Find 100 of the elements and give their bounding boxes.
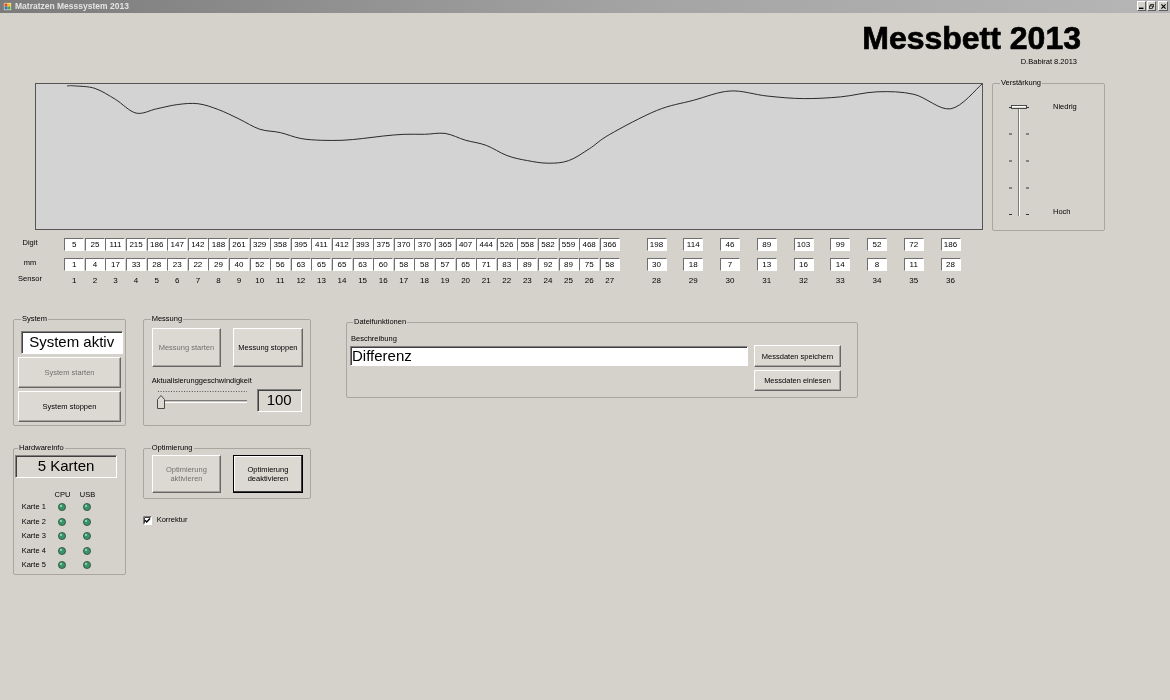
sensor-number: 22 xyxy=(502,275,512,286)
mm-field[interactable]: 11 xyxy=(903,258,924,271)
mm-field[interactable]: 65 xyxy=(311,258,332,271)
close-button[interactable] xyxy=(1158,1,1168,11)
digit-field[interactable]: 198 xyxy=(646,238,667,251)
sensor-number: 9 xyxy=(236,275,242,286)
mm-field[interactable]: 22 xyxy=(187,258,208,271)
mm-field[interactable]: 16 xyxy=(793,258,814,271)
mm-field[interactable]: 13 xyxy=(756,258,777,271)
minimize-button[interactable] xyxy=(1137,1,1146,11)
digit-field[interactable]: 188 xyxy=(208,238,229,251)
digit-field[interactable]: 25 xyxy=(84,238,105,251)
mm-field[interactable]: 33 xyxy=(126,258,147,271)
mm-field[interactable]: 92 xyxy=(537,258,558,271)
mm-field[interactable]: 58 xyxy=(414,258,435,271)
mm-field[interactable]: 63 xyxy=(290,258,311,271)
mm-field[interactable]: 28 xyxy=(940,258,961,271)
sensor-number: 4 xyxy=(133,275,139,286)
mm-field[interactable]: 52 xyxy=(249,258,270,271)
speed-value-field[interactable]: 100 xyxy=(256,389,302,412)
digit-field[interactable]: 99 xyxy=(830,238,851,251)
app-icon xyxy=(3,2,12,11)
digit-field[interactable]: 52 xyxy=(867,238,887,251)
digit-field[interactable]: 147 xyxy=(167,238,188,251)
mm-field[interactable]: 63 xyxy=(352,258,373,271)
mm-field[interactable]: 30 xyxy=(646,258,667,271)
sensor-number: 16 xyxy=(378,275,388,286)
status-field[interactable]: System aktiv xyxy=(20,331,123,354)
digit-field[interactable]: 526 xyxy=(496,238,517,251)
restore-button[interactable] xyxy=(1147,1,1156,11)
mm-field[interactable]: 58 xyxy=(599,258,620,271)
digit-field[interactable]: 366 xyxy=(599,238,620,251)
digit-field[interactable]: 411 xyxy=(311,238,332,251)
mm-field[interactable]: 7 xyxy=(720,258,740,271)
digit-field[interactable]: 393 xyxy=(352,238,373,251)
digit-field[interactable]: 186 xyxy=(146,238,167,251)
sensor-number: 1 xyxy=(72,275,77,286)
mm-field[interactable]: 29 xyxy=(208,258,229,271)
digit-field[interactable]: 358 xyxy=(270,238,291,251)
mm-field[interactable]: 56 xyxy=(270,258,291,271)
slider-thumb[interactable] xyxy=(1011,104,1027,109)
sensor-number: 14 xyxy=(337,275,347,286)
digit-field[interactable]: 261 xyxy=(229,238,250,251)
digit-field[interactable]: 329 xyxy=(249,238,270,251)
digit-field[interactable]: 5 xyxy=(64,238,85,251)
digit-field[interactable]: 365 xyxy=(435,238,455,251)
sensor-number: 7 xyxy=(195,275,201,286)
card-count-field[interactable]: 5 Karten xyxy=(15,455,117,478)
digit-field[interactable]: 215 xyxy=(126,238,147,251)
digit-field[interactable]: 72 xyxy=(903,238,924,251)
mm-field[interactable]: 40 xyxy=(229,258,250,271)
slider-thumb[interactable] xyxy=(157,395,165,409)
digit-field[interactable]: 412 xyxy=(332,238,352,251)
mm-field[interactable]: 83 xyxy=(496,258,517,271)
digit-field[interactable]: 558 xyxy=(517,238,538,251)
digit-field[interactable]: 370 xyxy=(393,238,414,251)
mm-field[interactable]: 14 xyxy=(830,258,851,271)
mm-field[interactable]: 23 xyxy=(167,258,188,271)
digit-field[interactable]: 142 xyxy=(187,238,208,251)
digit-field[interactable]: 89 xyxy=(756,238,777,251)
digit-field[interactable]: 370 xyxy=(414,238,435,251)
digit-field[interactable]: 111 xyxy=(105,238,126,251)
app-heading: Messbett 2013 xyxy=(862,22,1081,54)
digit-field[interactable]: 395 xyxy=(290,238,311,251)
window-title: Matratzen Messsystem 2013 xyxy=(15,0,129,13)
mm-field[interactable]: 18 xyxy=(683,258,704,271)
mm-field[interactable]: 65 xyxy=(455,258,476,271)
slider-track[interactable] xyxy=(157,388,249,410)
mm-field[interactable]: 58 xyxy=(393,258,414,271)
mm-field[interactable]: 57 xyxy=(435,258,455,271)
description-field[interactable]: Differenz xyxy=(350,346,748,366)
mm-field[interactable]: 4 xyxy=(84,258,105,271)
mm-field[interactable]: 75 xyxy=(579,258,600,271)
digit-field[interactable]: 375 xyxy=(373,238,394,251)
digit-field[interactable]: 407 xyxy=(455,238,476,251)
sensor-number: 21 xyxy=(481,275,491,286)
mm-field[interactable]: 89 xyxy=(517,258,538,271)
sensor-number: 10 xyxy=(255,275,265,286)
digit-field[interactable]: 444 xyxy=(476,238,497,251)
mm-field[interactable]: 89 xyxy=(558,258,579,271)
digit-field[interactable]: 46 xyxy=(720,238,740,251)
sensor-number: 30 xyxy=(725,275,735,286)
sensor-number: 32 xyxy=(799,275,808,286)
mm-field[interactable]: 60 xyxy=(373,258,394,271)
sensor-number: 13 xyxy=(316,275,326,286)
sensor-number: 23 xyxy=(522,275,532,286)
mm-field[interactable]: 1 xyxy=(64,258,85,271)
digit-field[interactable]: 103 xyxy=(793,238,814,251)
digit-field[interactable]: 468 xyxy=(579,238,600,251)
mm-field[interactable]: 17 xyxy=(105,258,126,271)
mm-field[interactable]: 65 xyxy=(332,258,352,271)
digit-field[interactable]: 186 xyxy=(940,238,961,251)
checkbox[interactable] xyxy=(142,515,152,525)
sensor-number: 36 xyxy=(946,275,955,286)
mm-field[interactable]: 71 xyxy=(476,258,497,271)
digit-field[interactable]: 582 xyxy=(537,238,558,251)
mm-field[interactable]: 28 xyxy=(146,258,167,271)
digit-field[interactable]: 559 xyxy=(558,238,579,251)
digit-field[interactable]: 114 xyxy=(683,238,704,251)
mm-field[interactable]: 8 xyxy=(867,258,887,271)
